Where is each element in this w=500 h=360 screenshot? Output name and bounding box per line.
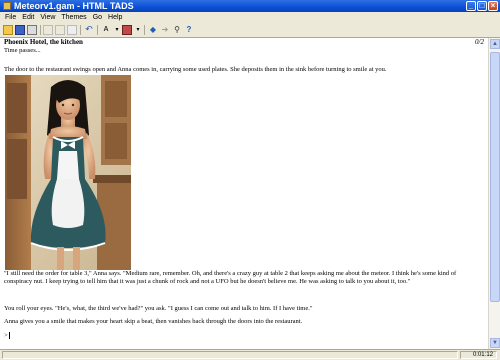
- print-icon[interactable]: [27, 25, 37, 35]
- transcript-area[interactable]: Time passes... The door to the restauran…: [0, 47, 488, 349]
- open-icon[interactable]: [3, 25, 13, 35]
- transcript-line: The door to the restaurant swings open a…: [4, 66, 387, 73]
- menu-themes[interactable]: Themes: [58, 12, 89, 23]
- theme-dropdown-icon[interactable]: ▾: [133, 25, 143, 35]
- font-dropdown-icon[interactable]: ▾: [112, 25, 122, 35]
- scroll-up-arrow-icon[interactable]: ▲: [490, 39, 500, 49]
- status-message: [2, 351, 458, 359]
- menu-bar: File Edit View Themes Go Help: [0, 12, 500, 23]
- find-icon[interactable]: ⚲: [172, 25, 182, 35]
- maximize-button[interactable]: □: [477, 1, 487, 11]
- help-icon[interactable]: ?: [184, 25, 194, 35]
- command-prompt[interactable]: >: [4, 332, 482, 340]
- score-display: 0/2: [475, 38, 484, 46]
- toolbar-separator: [40, 25, 41, 35]
- back-icon[interactable]: ◆: [148, 25, 158, 35]
- theme-icon[interactable]: [122, 25, 132, 35]
- vertical-scrollbar[interactable]: ▲ ▼: [488, 38, 500, 349]
- menu-go[interactable]: Go: [90, 12, 105, 23]
- scroll-down-arrow-icon[interactable]: ▼: [490, 338, 500, 348]
- transcript-line: "I still need the order for table 3," An…: [4, 270, 457, 285]
- minimize-button[interactable]: _: [466, 1, 476, 11]
- close-button[interactable]: ×: [488, 1, 498, 11]
- status-bar: 0:01:12: [0, 349, 500, 360]
- location-name: Phoenix Hotel, the kitchen: [4, 38, 83, 46]
- toolbar-separator: [80, 25, 81, 35]
- cut-icon[interactable]: [43, 25, 53, 35]
- toolbar-separator: [97, 25, 98, 35]
- copy-icon[interactable]: [55, 25, 65, 35]
- transcript-line: Anna gives you a smile that makes your h…: [4, 318, 303, 325]
- toolbar-separator: [144, 25, 145, 35]
- game-timer: 0:01:12: [460, 351, 497, 359]
- menu-edit[interactable]: Edit: [19, 12, 37, 23]
- app-icon[interactable]: [3, 2, 11, 10]
- scroll-thumb[interactable]: [490, 52, 500, 302]
- prompt-symbol: >: [4, 332, 8, 339]
- transcript-line: Time passes...: [4, 47, 41, 54]
- transcript-line: You roll your eyes. "He's, what, the thi…: [4, 305, 313, 312]
- menu-file[interactable]: File: [2, 12, 19, 23]
- window-title: Meteorv1.gam - HTML TADS: [14, 1, 134, 11]
- forward-icon[interactable]: ➜: [160, 25, 170, 35]
- paste-icon[interactable]: [67, 25, 77, 35]
- toolbar: ↶ A ▾ ▾ ◆ ➜ ⚲ ?: [0, 23, 500, 38]
- menu-view[interactable]: View: [37, 12, 58, 23]
- menu-help[interactable]: Help: [105, 12, 125, 23]
- character-illustration: [5, 75, 131, 270]
- undo-icon[interactable]: ↶: [84, 25, 94, 35]
- save-icon[interactable]: [15, 25, 25, 35]
- text-cursor: [8, 332, 10, 340]
- title-bar: Meteorv1.gam - HTML TADS _ □ ×: [0, 0, 500, 12]
- font-icon[interactable]: A: [101, 25, 111, 35]
